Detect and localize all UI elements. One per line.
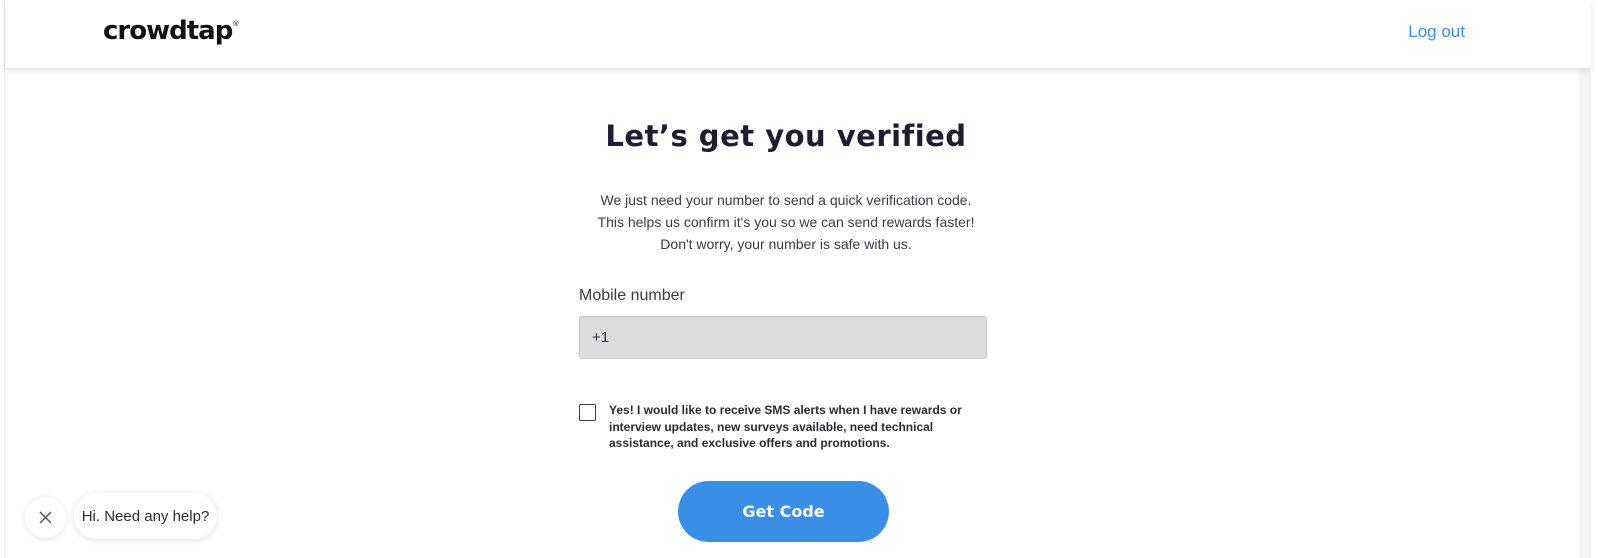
intro-line: This helps us confirm it's you so we can… [597,214,975,230]
logo-text: crowdtap [103,16,233,46]
intro-text: We just need your number to send a quick… [5,189,1567,255]
sms-consent-text: Yes! I would like to receive SMS alerts … [609,403,962,450]
page-title: Let’s get you verified [605,119,967,153]
mobile-number-input[interactable] [579,316,987,359]
close-icon [39,511,52,524]
logout-link[interactable]: Log out [1408,22,1465,42]
chat-help-message: Hi. Need any help? [81,507,210,525]
chat-help-bubble[interactable]: Hi. Need any help? [74,493,217,539]
mobile-number-label: Mobile number [579,287,685,304]
top-header: crowdtap® Log out [5,0,1591,69]
crowdtap-logo[interactable]: crowdtap® [103,16,239,46]
registered-mark: ® [232,20,239,28]
verification-panel: Let’s get you verified We just need your… [5,69,1591,558]
chat-close-button[interactable] [25,497,66,538]
page-frame: crowdtap® Log out Let’s get you verified… [4,0,1591,558]
intro-line: We just need your number to send a quick… [600,192,972,208]
sms-consent-checkbox[interactable] [579,404,596,421]
intro-line: Don't worry, your number is safe with us… [660,236,912,252]
get-code-button[interactable]: Get Code [678,481,889,542]
